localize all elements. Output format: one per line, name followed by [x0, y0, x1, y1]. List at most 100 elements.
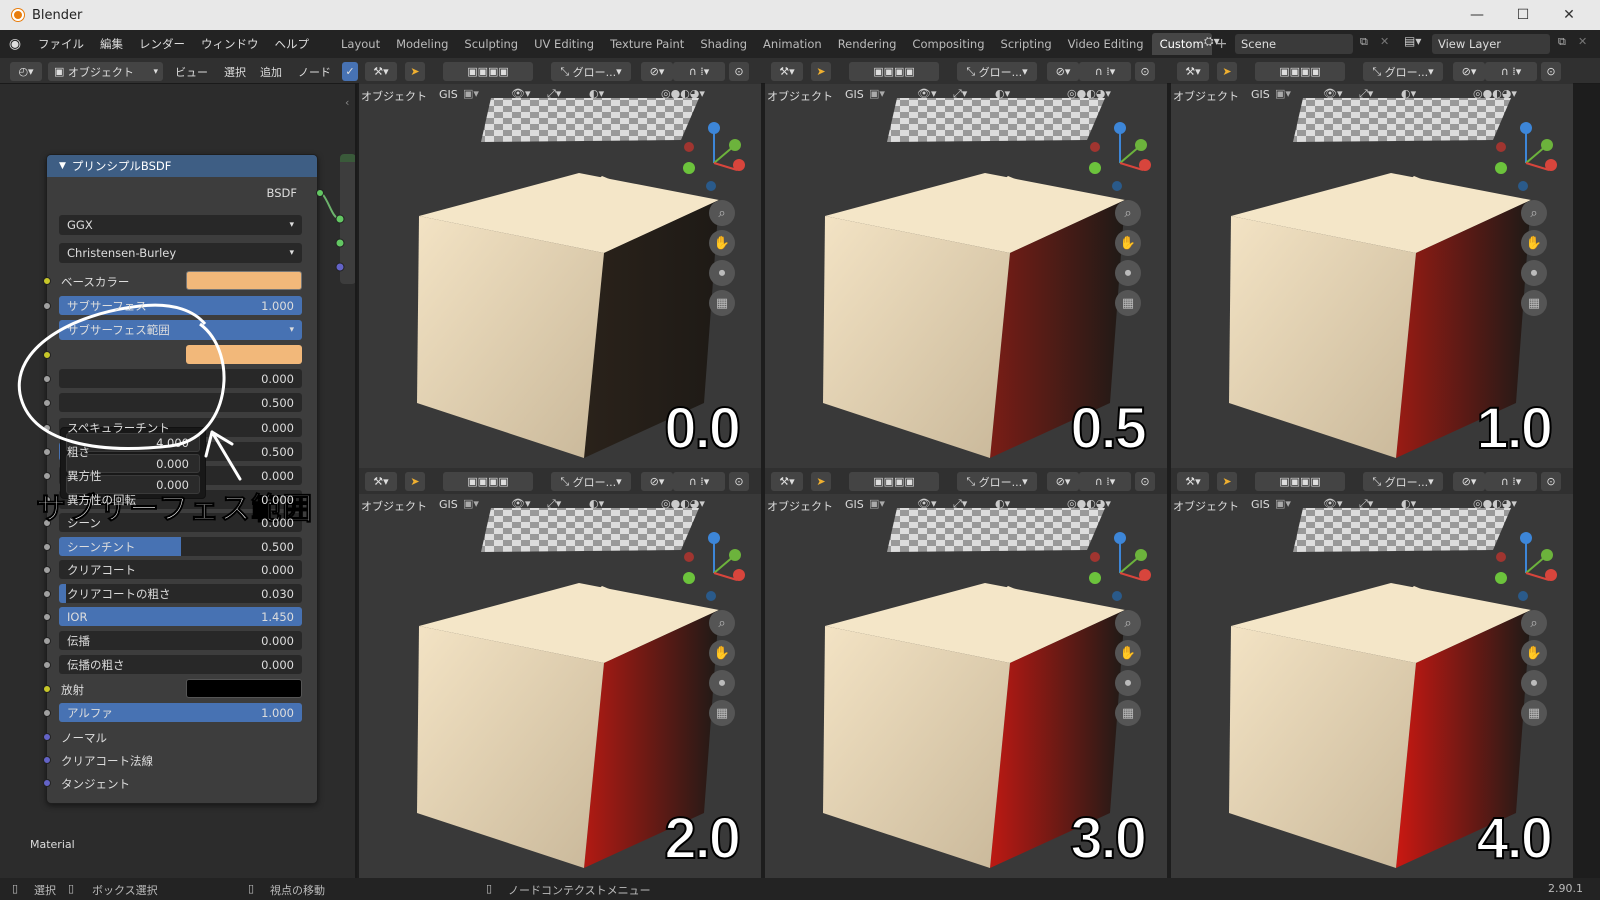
gizmo-neg-x[interactable]: [1496, 142, 1506, 152]
gizmo-neg-z[interactable]: [706, 591, 716, 601]
menu-window[interactable]: ウィンドウ: [193, 36, 267, 52]
proportional-edit-icon[interactable]: ⊙: [1541, 472, 1561, 491]
gizmo-neg-x[interactable]: [684, 552, 694, 562]
pan-hand-icon[interactable]: ✋: [1521, 640, 1547, 666]
tab-scripting[interactable]: Scripting: [993, 33, 1060, 55]
maximize-icon[interactable]: ☐: [1500, 0, 1546, 30]
use-nodes-checkbox[interactable]: ✓: [342, 62, 358, 81]
snap-icon[interactable]: ∩ ⁞▾: [673, 62, 725, 81]
camera-view-icon[interactable]: ⏺: [1115, 260, 1141, 286]
gizmo-x[interactable]: [733, 159, 745, 171]
ortho-grid-icon[interactable]: ▦: [709, 290, 735, 316]
shading-mode-icons[interactable]: ◎●◐◕▾: [1473, 497, 1517, 510]
gizmo-toggle-icon[interactable]: ⤢▾: [1359, 497, 1373, 511]
proportional-edit-icon[interactable]: ⊙: [729, 62, 749, 81]
pivot-icon[interactable]: ⊘▾: [641, 62, 673, 81]
zoom-icon[interactable]: ⌕: [1521, 200, 1547, 226]
scene-field[interactable]: Scene: [1235, 34, 1353, 54]
proportional-edit-icon[interactable]: ⊙: [1541, 62, 1561, 81]
gizmo-neg-x[interactable]: [1496, 552, 1506, 562]
select-tool-icon[interactable]: ➤: [811, 472, 831, 491]
viewport-mode[interactable]: オブジェクト: [767, 88, 833, 104]
gizmo-z[interactable]: [1114, 122, 1126, 134]
gizmo-neg-y[interactable]: [683, 162, 695, 174]
shading-mode-icons[interactable]: ◎●◐◕▾: [1067, 87, 1111, 100]
select-tool-icon[interactable]: ➤: [405, 472, 425, 491]
proportional-edit-icon[interactable]: ⊙: [1135, 62, 1155, 81]
close-icon[interactable]: ✕: [1546, 0, 1592, 30]
tab-uv-editing[interactable]: UV Editing: [526, 33, 602, 55]
gizmo-neg-z[interactable]: [1112, 181, 1122, 191]
gizmo-y[interactable]: [729, 549, 741, 561]
tab-texture-paint[interactable]: Texture Paint: [602, 33, 692, 55]
ortho-grid-icon[interactable]: ▦: [1115, 700, 1141, 726]
gizmo-neg-y[interactable]: [1089, 572, 1101, 584]
overlay-icon[interactable]: ◐▾: [995, 87, 1010, 100]
gis-menu[interactable]: GIS: [439, 88, 458, 101]
gizmo-neg-x[interactable]: [1090, 552, 1100, 562]
pan-hand-icon[interactable]: ✋: [1521, 230, 1547, 256]
gis-menu[interactable]: GIS: [439, 498, 458, 511]
gizmo-x[interactable]: [1545, 569, 1557, 581]
gizmo-y[interactable]: [1541, 549, 1553, 561]
new-scene-icon[interactable]: ⧉: [1360, 35, 1368, 49]
gizmo-neg-z[interactable]: [1518, 181, 1528, 191]
zoom-icon[interactable]: ⌕: [1115, 200, 1141, 226]
editor-type-icon[interactable]: ⚒▾: [1177, 472, 1209, 491]
gizmo-neg-z[interactable]: [1518, 591, 1528, 601]
viewport-mode[interactable]: オブジェクト: [767, 498, 833, 514]
tab-modeling[interactable]: Modeling: [388, 33, 456, 55]
snap-icon[interactable]: ∩ ⁞▾: [1485, 62, 1537, 81]
object-mode-dropdown[interactable]: ▣ オブジェクト ▾: [48, 62, 163, 81]
gizmo-neg-x[interactable]: [684, 142, 694, 152]
minimize-icon[interactable]: —: [1454, 0, 1500, 30]
visibility-icon[interactable]: 👁▾: [917, 497, 937, 510]
snap-icon[interactable]: ∩ ⁞▾: [1079, 472, 1131, 491]
pivot-icon[interactable]: ⊘▾: [1453, 62, 1485, 81]
shading-mode-icons[interactable]: ◎●◐◕▾: [1473, 87, 1517, 100]
pan-hand-icon[interactable]: ✋: [709, 230, 735, 256]
editor-type-icon[interactable]: ⚒▾: [365, 472, 397, 491]
camera-icon[interactable]: ▣▾: [463, 497, 479, 510]
viewport-mode[interactable]: オブジェクト: [1173, 88, 1239, 104]
gizmo-x[interactable]: [1139, 159, 1151, 171]
pivot-icon[interactable]: ⊘▾: [1047, 472, 1079, 491]
camera-icon[interactable]: ▣▾: [1275, 497, 1291, 510]
snap-icon[interactable]: ∩ ⁞▾: [673, 472, 725, 491]
pan-hand-icon[interactable]: ✋: [1115, 640, 1141, 666]
pivot-icon[interactable]: ⊘▾: [641, 472, 673, 491]
camera-view-icon[interactable]: ⏺: [1115, 670, 1141, 696]
blender-menu-icon[interactable]: ◉: [0, 36, 30, 52]
select-mode-icons[interactable]: ▣▣▣▣: [1255, 62, 1345, 81]
transform-orientation-dropdown[interactable]: ⤡ グロー... ▾: [1363, 62, 1443, 81]
gizmo-z[interactable]: [1520, 532, 1532, 544]
editor-type-icon[interactable]: ⚒▾: [771, 62, 803, 81]
menu-select[interactable]: 選択: [224, 64, 246, 80]
transform-orientation-dropdown[interactable]: ⤡ グロー... ▾: [551, 62, 631, 81]
pivot-icon[interactable]: ⊘▾: [1047, 62, 1079, 81]
gizmo-neg-z[interactable]: [706, 181, 716, 191]
gizmo-z[interactable]: [1114, 532, 1126, 544]
gizmo-x[interactable]: [733, 569, 745, 581]
select-tool-icon[interactable]: ➤: [1217, 62, 1237, 81]
visibility-icon[interactable]: 👁▾: [511, 497, 531, 510]
gizmo-z[interactable]: [1520, 122, 1532, 134]
view-layer-field[interactable]: View Layer: [1432, 34, 1550, 54]
gis-menu[interactable]: GIS: [1251, 88, 1270, 101]
viewport-1[interactable]: ⚒▾ ➤ ▣▣▣▣ ⤡ グロー... ▾ ⊘▾ ∩ ⁞▾ ⊙ オブジェクト GIS…: [359, 58, 761, 468]
gizmo-neg-x[interactable]: [1090, 142, 1100, 152]
transform-orientation-dropdown[interactable]: ⤡ グロー... ▾: [957, 62, 1037, 81]
gizmo-y[interactable]: [1135, 139, 1147, 151]
viewport-4[interactable]: ⚒▾ ➤ ▣▣▣▣ ⤡ グロー... ▾ ⊘▾ ∩ ⁞▾ ⊙ オブジェクト GIS…: [359, 468, 761, 878]
tab-custom[interactable]: Custom: [1151, 33, 1212, 55]
gis-menu[interactable]: GIS: [1251, 498, 1270, 511]
select-tool-icon[interactable]: ➤: [405, 62, 425, 81]
remove-scene-icon[interactable]: ✕: [1380, 35, 1389, 48]
camera-view-icon[interactable]: ⏺: [1521, 670, 1547, 696]
select-mode-icons[interactable]: ▣▣▣▣: [1255, 472, 1345, 491]
transform-orientation-dropdown[interactable]: ⤡ グロー... ▾: [551, 472, 631, 491]
proportional-edit-icon[interactable]: ⊙: [729, 472, 749, 491]
shading-mode-icons[interactable]: ◎●◐◕▾: [1067, 497, 1111, 510]
editor-type-icon[interactable]: ◴▾: [10, 62, 42, 81]
camera-view-icon[interactable]: ⏺: [709, 670, 735, 696]
